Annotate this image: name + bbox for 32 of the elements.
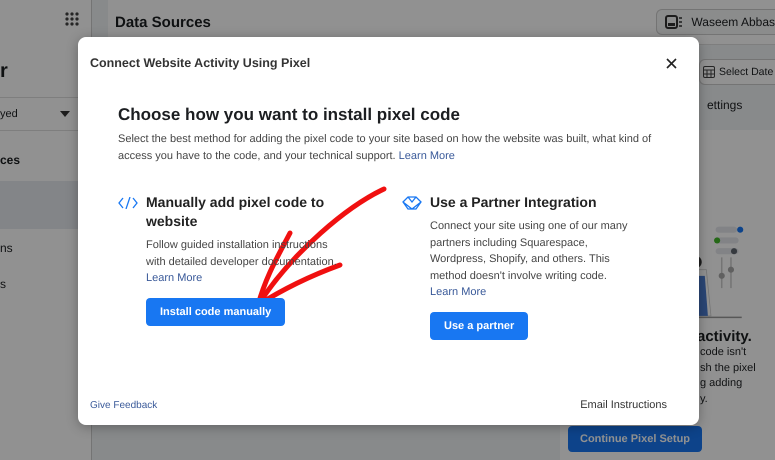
- feedback-link[interactable]: Give Feedback: [90, 400, 158, 410]
- settings-tab[interactable]: ettings: [707, 98, 775, 112]
- date-button[interactable]: Select Date: [699, 59, 775, 85]
- use-partner-button[interactable]: Use a partner: [430, 312, 528, 340]
- account-icon: [665, 15, 684, 29]
- empty-state-text: y.: [700, 392, 708, 406]
- account-button[interactable]: Waseem Abbas: [656, 9, 775, 35]
- calendar-icon: [703, 66, 715, 78]
- install-manually-button[interactable]: Install code manually: [146, 298, 286, 326]
- learn-more-link[interactable]: Learn More: [398, 150, 455, 162]
- close-button[interactable]: [664, 56, 679, 70]
- apps-grid-icon: [65, 12, 79, 26]
- dialog-title: Connect Website Activity Using Pixel: [90, 56, 310, 70]
- dialog-heading: Choose how you want to install pixel code: [118, 105, 461, 125]
- page-title: Data Sources: [115, 14, 211, 30]
- close-icon: [666, 58, 677, 68]
- option-title: Manually add pixel code to website: [146, 193, 326, 231]
- empty-state-text: code isn't: [700, 345, 746, 360]
- continue-button[interactable]: Continue Pixel Setup: [568, 426, 702, 452]
- sidebar-section-title: ces: [0, 153, 22, 167]
- learn-more-link[interactable]: Learn More: [430, 286, 486, 298]
- sidebar-title: r: [0, 60, 9, 83]
- learn-more-link[interactable]: Learn More: [146, 272, 202, 284]
- email-instructions-button[interactable]: Email Instructions: [580, 399, 667, 411]
- option-title: Use a Partner Integration: [430, 193, 598, 212]
- empty-state-text: g adding: [700, 376, 742, 391]
- caret-icon: [60, 111, 70, 117]
- empty-state-heading: activity.: [697, 328, 752, 345]
- empty-state-text: sh the pixel: [700, 360, 756, 376]
- option-description: Connect your site using one of our many partners including Squarespace, Wordpress, Shopify, and others. This method doesn't involve writing code. Learn More: [430, 219, 629, 300]
- intro-text: Select the best method for adding the pixel code to your site based on how the website was built, what kind of access you have to the code, and your technical support. Learn More: [118, 132, 652, 164]
- code-icon: [118, 197, 138, 209]
